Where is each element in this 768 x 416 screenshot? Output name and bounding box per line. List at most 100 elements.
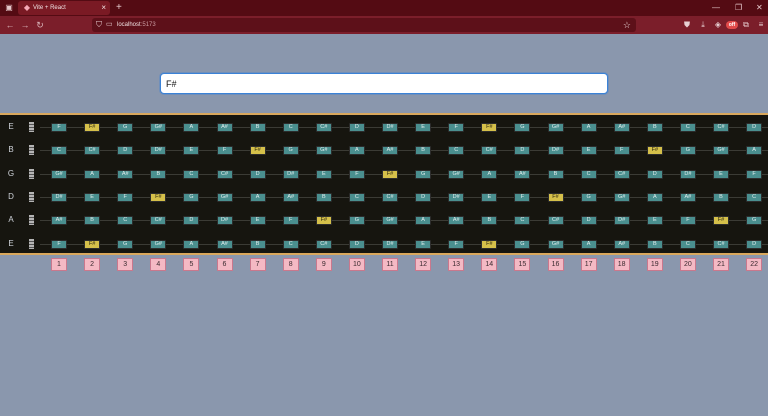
note-cell[interactable]: B (547, 169, 564, 179)
extensions-icon[interactable]: ⧉ (740, 19, 752, 31)
note-cell[interactable]: C (348, 192, 365, 202)
extension-badge[interactable]: off (726, 21, 738, 29)
note-cell[interactable]: D (348, 239, 365, 249)
note-cell[interactable]: F# (713, 216, 729, 226)
note-cell[interactable]: G (580, 192, 597, 202)
note-cell[interactable]: F (746, 169, 763, 179)
note-cell[interactable]: C# (713, 239, 729, 249)
note-cell[interactable]: F# (315, 216, 332, 226)
note-cell[interactable]: G (415, 169, 432, 179)
note-cell[interactable]: C# (481, 146, 498, 156)
note-cell[interactable]: D# (448, 192, 465, 202)
note-cell[interactable]: E (84, 192, 101, 202)
note-cell[interactable]: D (646, 169, 663, 179)
note-cell[interactable]: B (646, 239, 663, 249)
note-cell[interactable]: B (646, 123, 663, 132)
note-cell[interactable]: A (580, 123, 597, 132)
note-cell[interactable]: F (51, 239, 67, 249)
note-cell[interactable]: D# (382, 123, 398, 132)
note-cell[interactable]: G# (547, 123, 564, 132)
note-cell[interactable]: E (415, 239, 432, 249)
note-cell[interactable]: A# (51, 216, 67, 226)
note-cell[interactable]: E (481, 192, 498, 202)
note-cell[interactable]: F (348, 169, 365, 179)
note-cell[interactable]: C# (613, 169, 630, 179)
minimize-icon[interactable]: — (712, 2, 720, 14)
note-cell[interactable]: D (514, 146, 531, 156)
note-cell[interactable]: F (216, 146, 233, 156)
note-cell[interactable]: C (183, 169, 200, 179)
note-cell[interactable]: A (84, 169, 101, 179)
note-cell[interactable]: D# (613, 216, 630, 226)
note-cell[interactable]: C (679, 123, 696, 132)
note-cell[interactable]: G# (547, 239, 564, 249)
note-cell[interactable]: C (448, 146, 465, 156)
note-cell[interactable]: F# (646, 146, 663, 156)
note-cell[interactable]: D# (51, 192, 67, 202)
note-cell[interactable]: A# (216, 123, 233, 132)
note-cell[interactable]: D (117, 146, 134, 156)
note-cell[interactable]: F (448, 239, 465, 249)
note-cell[interactable]: G# (150, 239, 167, 249)
note-cell[interactable]: C# (382, 192, 398, 202)
note-cell[interactable]: A (249, 192, 266, 202)
note-cell[interactable]: A# (613, 239, 630, 249)
reload-icon[interactable]: ↻ (34, 19, 46, 31)
note-cell[interactable]: A (746, 146, 763, 156)
note-cell[interactable]: G (746, 216, 763, 226)
note-cell[interactable]: D# (382, 239, 398, 249)
note-cell[interactable]: D (348, 123, 365, 132)
close-window-icon[interactable]: ✕ (756, 2, 763, 14)
note-cell[interactable]: C# (315, 123, 332, 132)
note-cell[interactable]: C (51, 146, 67, 156)
note-cell[interactable]: A (646, 192, 663, 202)
note-cell[interactable]: A# (448, 216, 465, 226)
note-cell[interactable]: A# (514, 169, 531, 179)
note-cell[interactable]: C# (315, 239, 332, 249)
note-cell[interactable]: A# (613, 123, 630, 132)
note-cell[interactable]: A (183, 123, 200, 132)
note-cell[interactable]: F# (84, 123, 101, 132)
note-cell[interactable]: F (679, 216, 696, 226)
note-cell[interactable]: F (514, 192, 531, 202)
note-cell[interactable]: F# (84, 239, 101, 249)
bookmark-star-icon[interactable]: ☆ (623, 19, 631, 31)
note-cell[interactable]: B (150, 169, 167, 179)
note-cell[interactable]: A (481, 169, 498, 179)
note-cell[interactable]: C# (84, 146, 101, 156)
note-cell[interactable]: F (282, 216, 299, 226)
note-cell[interactable]: F# (382, 169, 398, 179)
note-cell[interactable]: A# (117, 169, 134, 179)
note-cell[interactable]: E (183, 146, 200, 156)
note-cell[interactable]: D# (679, 169, 696, 179)
note-cell[interactable]: C (679, 239, 696, 249)
shield-icon[interactable]: ⛉ (96, 20, 102, 30)
note-cell[interactable]: G# (713, 146, 729, 156)
address-bar[interactable]: ⛉ ▭ localhost:5173 ☆ (92, 18, 636, 32)
note-cell[interactable]: G (183, 192, 200, 202)
new-tab-icon[interactable]: + (116, 2, 122, 14)
note-cell[interactable]: G# (216, 192, 233, 202)
note-search-input[interactable] (160, 73, 608, 94)
note-cell[interactable]: C# (150, 216, 167, 226)
note-cell[interactable]: E (580, 146, 597, 156)
tab-overview-icon[interactable]: ▣ (4, 3, 14, 13)
note-cell[interactable]: B (84, 216, 101, 226)
note-cell[interactable]: D (580, 216, 597, 226)
note-cell[interactable]: B (249, 239, 266, 249)
note-cell[interactable]: E (646, 216, 663, 226)
note-cell[interactable]: D (746, 239, 763, 249)
note-cell[interactable]: A (415, 216, 432, 226)
note-cell[interactable]: B (415, 146, 432, 156)
note-cell[interactable]: G (514, 123, 531, 132)
note-cell[interactable]: D (183, 216, 200, 226)
note-cell[interactable]: A# (679, 192, 696, 202)
note-cell[interactable]: B (315, 192, 332, 202)
note-cell[interactable]: F (613, 146, 630, 156)
note-cell[interactable]: G (348, 216, 365, 226)
note-cell[interactable]: F# (547, 192, 564, 202)
note-cell[interactable]: D (249, 169, 266, 179)
restore-icon[interactable]: ❐ (735, 2, 742, 14)
note-cell[interactable]: E (315, 169, 332, 179)
note-cell[interactable]: F# (150, 192, 167, 202)
